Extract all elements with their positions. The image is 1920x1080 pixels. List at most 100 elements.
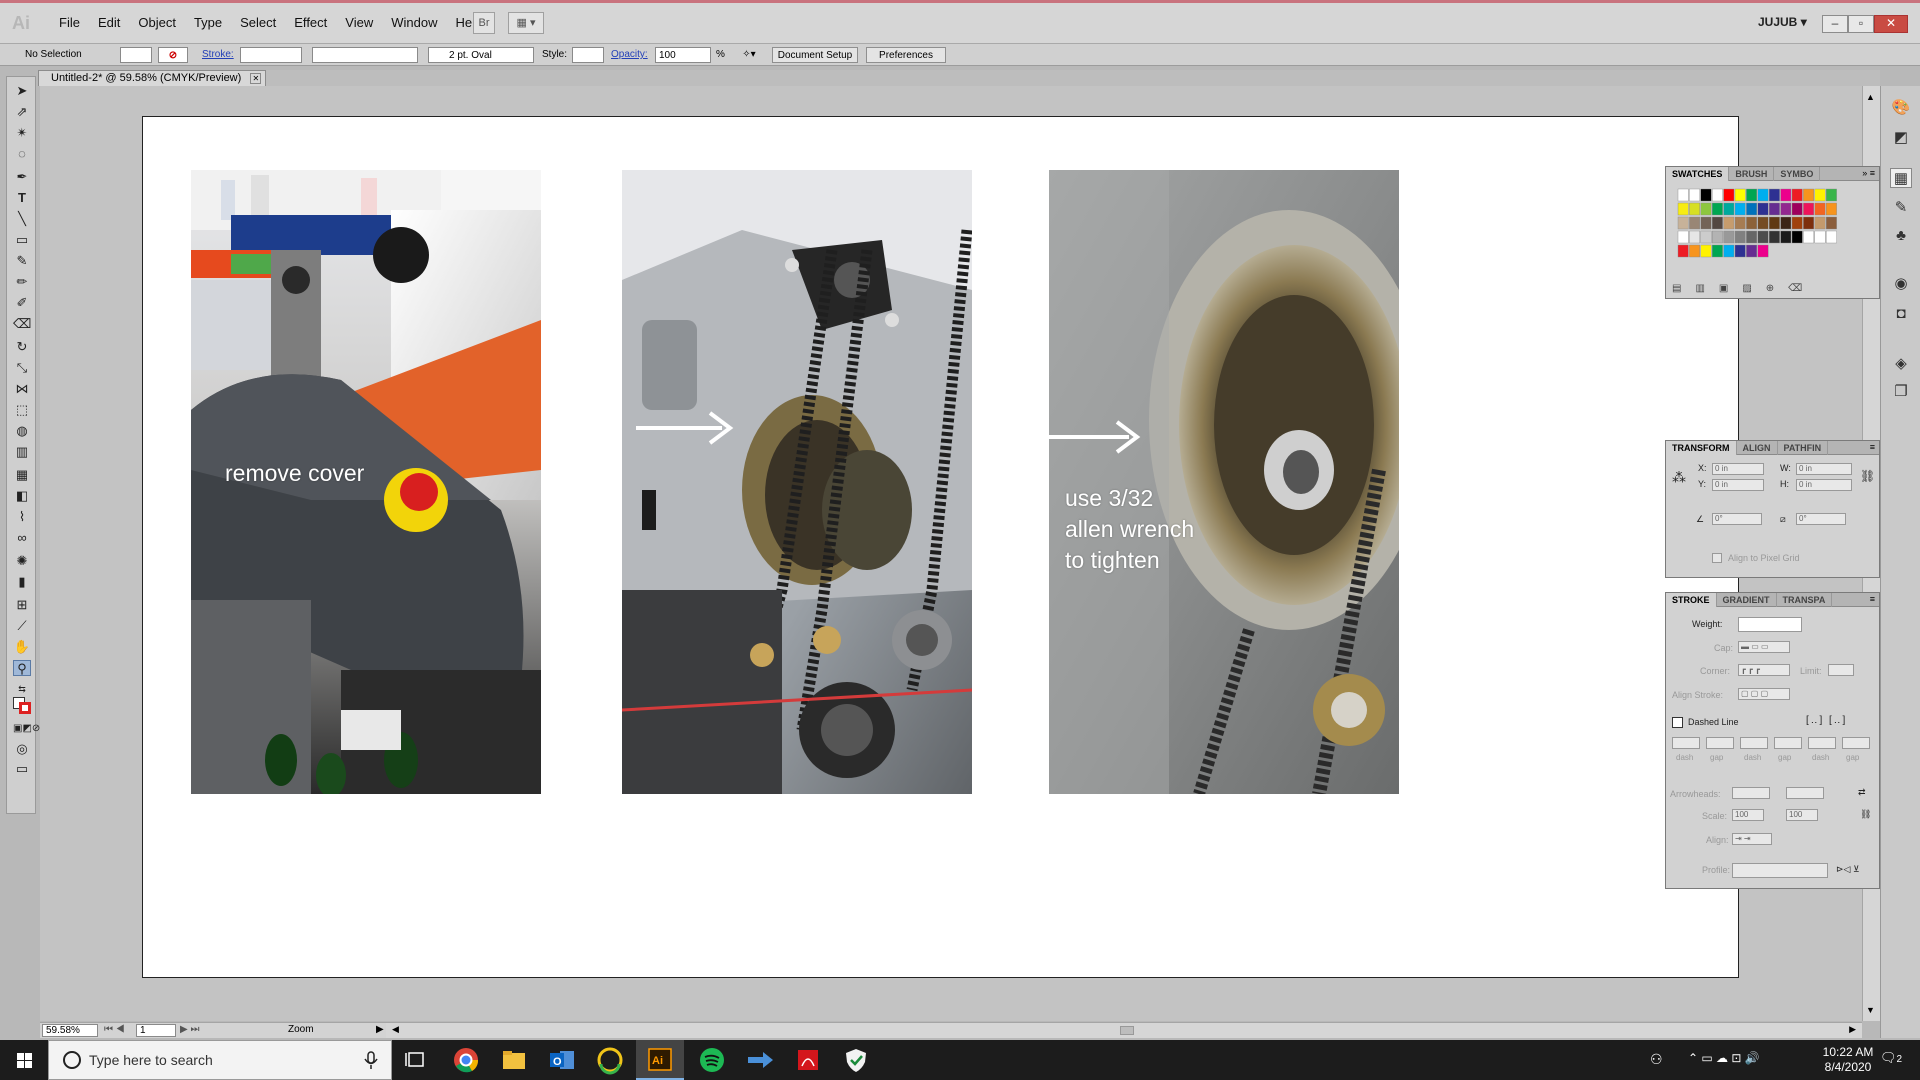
illustrator-icon[interactable]: Ai <box>636 1040 684 1080</box>
search-box[interactable]: Type here to search <box>48 1040 392 1080</box>
tab-stroke[interactable]: STROKE <box>1666 593 1717 607</box>
arrow-align-buttons[interactable]: ⇥ ⇥ <box>1732 833 1772 845</box>
arrow-app-icon[interactable] <box>736 1040 784 1080</box>
perspective-grid-tool-icon[interactable]: ▥ <box>13 444 31 460</box>
artboard-tool-icon[interactable]: ⊞ <box>13 597 31 613</box>
blob-brush-tool-icon[interactable]: ✐ <box>13 295 31 311</box>
zoom-tool-icon[interactable]: ⚲ <box>13 660 31 676</box>
close-button[interactable]: ✕ <box>1874 15 1908 33</box>
paintbrush-tool-icon[interactable]: ✎ <box>13 253 31 269</box>
selection-tool-icon[interactable]: ➤ <box>13 83 31 99</box>
arrange-documents-button[interactable]: ▦ ▾ <box>508 12 544 34</box>
gradient-icon[interactable]: ◘ <box>1890 304 1912 324</box>
system-clock[interactable]: 10:22 AM 8/4/2020 <box>1812 1045 1884 1075</box>
swatch[interactable] <box>1825 202 1837 216</box>
swatch[interactable] <box>1825 216 1837 230</box>
panel-menu-icon[interactable]: ≡ <box>1870 442 1875 452</box>
menu-effect[interactable]: Effect <box>285 15 336 30</box>
swatch[interactable] <box>1689 244 1700 258</box>
swatch[interactable] <box>1677 202 1689 216</box>
swatch[interactable] <box>1825 230 1837 244</box>
swatch[interactable] <box>1723 230 1735 244</box>
stroke-weight-field[interactable] <box>240 47 302 63</box>
swatch[interactable] <box>1768 202 1780 216</box>
swatch[interactable] <box>1780 202 1792 216</box>
swatch[interactable] <box>1746 216 1758 230</box>
caption-remove-cover[interactable]: remove cover <box>225 458 364 489</box>
swatch[interactable] <box>1757 216 1769 230</box>
type-tool-icon[interactable]: T <box>13 190 31 206</box>
document-tab[interactable]: Untitled-2* @ 59.58% (CMYK/Preview) ✕ <box>38 70 267 86</box>
notifications-icon[interactable]: 🗨2 <box>1880 1050 1902 1066</box>
artboard-nav-next-icon[interactable]: ▶ ⏭ <box>180 1024 210 1037</box>
style-field[interactable] <box>572 47 604 63</box>
swatch[interactable] <box>1768 216 1780 230</box>
scroll-left-icon[interactable]: ◀ <box>392 1024 399 1035</box>
stroke-label[interactable]: Stroke: <box>202 47 234 63</box>
swatch[interactable] <box>1734 202 1746 216</box>
artboard-nav-prev-icon[interactable]: ⏮ ◀ <box>104 1024 140 1037</box>
tab-gradient[interactable]: GRADIENT <box>1717 593 1777 607</box>
direct-selection-tool-icon[interactable]: ⇗ <box>13 104 31 120</box>
artboards-icon[interactable]: ❐ <box>1890 382 1912 402</box>
weight-field[interactable] <box>1738 617 1802 632</box>
stroke-icon[interactable]: ◉ <box>1890 274 1912 294</box>
menu-object[interactable]: Object <box>129 15 185 30</box>
swatch[interactable] <box>1712 188 1723 202</box>
swatch[interactable] <box>1689 216 1700 230</box>
dashed-line-checkbox[interactable] <box>1672 717 1683 728</box>
horizontal-scrollbar[interactable]: ◀ ▶ <box>386 1022 1862 1038</box>
shear-field[interactable]: 0° <box>1796 513 1846 525</box>
spotify-icon[interactable] <box>688 1040 736 1080</box>
swatch[interactable] <box>1723 188 1735 202</box>
hand-tool-icon[interactable]: ✋ <box>13 639 31 655</box>
swatch[interactable] <box>1803 202 1814 216</box>
scale-end-field[interactable]: 100 <box>1786 809 1818 821</box>
swatch[interactable] <box>1791 216 1803 230</box>
gap-field[interactable] <box>1706 737 1734 749</box>
menu-window[interactable]: Window <box>382 15 446 30</box>
microphone-icon[interactable] <box>361 1041 381 1079</box>
h-field[interactable]: 0 in <box>1796 479 1852 491</box>
headset-app-icon[interactable] <box>586 1040 634 1080</box>
swatch[interactable] <box>1768 230 1780 244</box>
preferences-button[interactable]: Preferences <box>866 47 946 63</box>
rotate-field[interactable]: 0° <box>1712 513 1762 525</box>
y-field[interactable]: 0 in <box>1712 479 1764 491</box>
swatch[interactable] <box>1746 188 1758 202</box>
swatch[interactable] <box>1757 202 1769 216</box>
panel-menu-icon[interactable]: » ≡ <box>1862 168 1875 178</box>
swatch-actions-icon[interactable]: ▤▥▣▨⊕⌫ <box>1672 283 1816 294</box>
gap-field[interactable] <box>1774 737 1802 749</box>
swatch[interactable] <box>1780 216 1792 230</box>
opacity-label[interactable]: Opacity: <box>611 47 648 63</box>
swatch[interactable] <box>1723 202 1735 216</box>
swatch[interactable] <box>1757 244 1769 258</box>
task-view-icon[interactable] <box>392 1040 440 1080</box>
swatch[interactable] <box>1677 244 1689 258</box>
menu-edit[interactable]: Edit <box>89 15 129 30</box>
tab-brushes[interactable]: BRUSH <box>1729 167 1775 181</box>
dash-field[interactable] <box>1672 737 1700 749</box>
color-mode-icon[interactable]: ▣◩⊘ <box>13 721 40 737</box>
swatch[interactable] <box>1791 230 1803 244</box>
swatch-grid[interactable] <box>1670 185 1880 280</box>
outlook-icon[interactable]: O <box>538 1040 586 1080</box>
swatch[interactable] <box>1757 188 1769 202</box>
magic-wand-tool-icon[interactable]: ✴ <box>13 125 31 141</box>
shield-app-icon[interactable] <box>832 1040 880 1080</box>
swatch[interactable] <box>1746 202 1758 216</box>
people-icon[interactable]: ⚇ <box>1650 1051 1663 1068</box>
symbol-sprayer-tool-icon[interactable]: ✺ <box>13 553 31 569</box>
eraser-tool-icon[interactable]: ⌫ <box>13 316 31 332</box>
document-setup-button[interactable]: Document Setup <box>772 47 858 63</box>
drawing-mode-icon[interactable]: ◎ <box>13 741 31 757</box>
swatch[interactable] <box>1734 188 1746 202</box>
rectangle-tool-icon[interactable]: ▭ <box>13 232 31 248</box>
fill-swatch[interactable] <box>120 47 152 63</box>
x-field[interactable]: 0 in <box>1712 463 1764 475</box>
recolor-icon[interactable]: ✧▾ <box>736 47 762 63</box>
align-pixel-checkbox[interactable] <box>1712 553 1722 563</box>
swatch[interactable] <box>1791 202 1803 216</box>
stroke-swatch[interactable]: ⊘ <box>158 47 188 63</box>
